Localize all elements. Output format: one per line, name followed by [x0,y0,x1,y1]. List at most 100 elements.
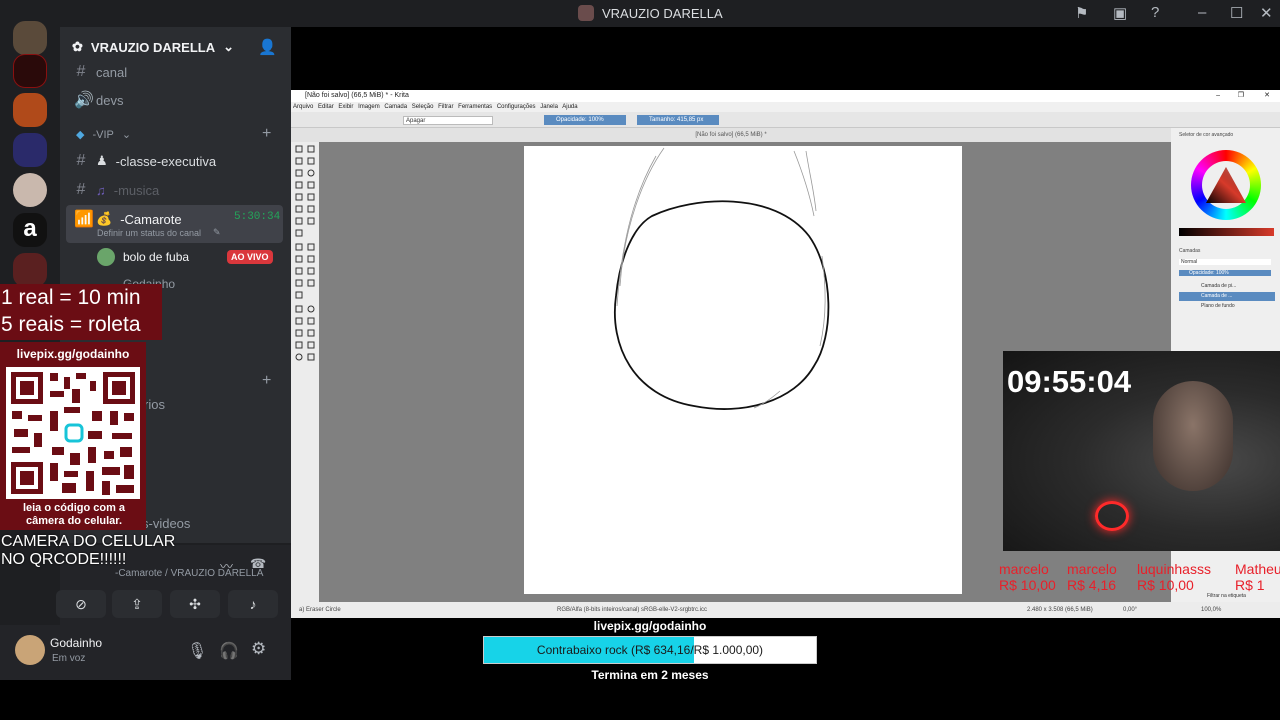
channel-camarote[interactable]: 📶 💰 -Camarote [74,209,182,229]
threads-flag-icon[interactable]: ⚑ [1075,4,1088,22]
close-icon[interactable]: ✕ [1260,4,1273,22]
channel-status-input[interactable]: Definir um status do canal [97,228,201,238]
camera-notice-line: NO QRCODE!!!!!! [1,551,127,568]
status-zoom[interactable]: 100,0% [1201,602,1221,618]
price-line: 5 reais = roleta [1,313,141,336]
menu-item[interactable]: Ajuda [562,104,577,110]
window-title-text: VRAUZIO DARELLA [602,5,723,21]
help-icon[interactable]: ? [1151,4,1159,21]
restore-icon[interactable]: ❐ [1238,90,1244,102]
drawing-paper[interactable] [524,146,962,594]
gear-icon[interactable]: ⚙ [251,639,266,659]
color-slider[interactable] [1179,228,1274,236]
camera-notice-line: CAMERA DO CELULAR [1,533,176,550]
server-header[interactable]: ✿ VRAUZIO DARELLA ⌄ [72,39,234,55]
disconnect-icon[interactable]: ☎ [250,556,266,572]
krita-menu-bar: Arquivo Editar Exibir Imagem Camada Sele… [291,102,1280,112]
minimize-icon[interactable]: – [1216,90,1220,102]
headphones-icon[interactable]: 🎧 [219,641,239,661]
qr-caption: leia o código com a câmera do celular. [22,502,126,527]
layer-opacity-slider[interactable]: Opacidade: 100% [1179,270,1271,276]
channel-label[interactable]: rios [144,397,165,412]
brush-size-slider[interactable]: Tamanho: 415,85 px [637,115,719,125]
krita-toolbox [291,142,319,602]
channel-label[interactable]: s-videos [142,516,190,531]
channel-canal[interactable]: # canal [74,63,128,81]
soundboard-icon: ♪ [249,596,257,612]
microphone-icon[interactable]: 🎙 [187,641,207,661]
diamond-icon: ◆ [76,129,85,141]
server-icon[interactable] [13,21,47,55]
qr-code [6,367,140,499]
goal-deadline: Termina em 2 meses [591,668,709,682]
category-label: -VIP [92,128,114,141]
layer-row-selected[interactable]: Camada de ... [1179,292,1275,301]
server-icon[interactable] [13,93,47,127]
menu-item[interactable]: Editar [318,104,334,110]
maximize-icon[interactable]: ☐ [1230,4,1243,22]
qr-code-graphic [11,372,135,495]
close-icon[interactable]: ✕ [1264,90,1270,102]
menu-item[interactable]: Arquivo [293,104,313,110]
server-icon[interactable] [13,54,47,88]
add-channel-icon[interactable]: + [262,372,271,390]
channel-label: -Camarote [120,211,182,227]
opacity-slider[interactable]: Opacidade: 100% [544,115,626,125]
server-icon[interactable]: a [13,213,47,247]
activities-icon: ✣ [189,596,201,612]
window-title-bar: VRAUZIO DARELLA ⚑ ▣ ? – ☐ ✕ [0,0,1280,27]
add-channel-icon[interactable]: + [262,125,271,143]
menu-item[interactable]: Filtrar [438,104,453,110]
channel-label: -musica [113,182,160,198]
donation-amount: R$ 1 [1235,577,1265,593]
tool-icons[interactable] [291,142,319,392]
menu-item[interactable]: Camada [384,104,407,110]
pencil-icon[interactable]: ✎ [213,227,221,238]
channel-classe-executiva[interactable]: # ♟ -classe-executiva [74,152,217,170]
server-icon[interactable] [13,173,47,207]
price-overlay: 1 real = 10 min 5 reais = roleta [0,284,162,340]
color-triangle[interactable] [1204,165,1248,205]
user-name[interactable]: Godainho [50,636,102,650]
server-avatar-icon [578,5,594,21]
avatar[interactable] [15,635,45,665]
donation-amount: R$ 10,00 [999,577,1056,593]
channel-musica[interactable]: # ♫ -musica [74,181,160,199]
document-tab-label: [Não foi salvo] (66,5 MiB) * [695,132,767,138]
channel-devs[interactable]: 🔊 devs [74,90,123,110]
status-brush[interactable]: a) Eraser Circle [299,602,341,618]
screen-share-button[interactable]: ⇪ [112,590,162,618]
voice-channel-path[interactable]: -Camarote / VRAUZIO DARELLA [115,568,263,579]
inbox-icon[interactable]: ▣ [1113,4,1127,22]
layer-row[interactable]: Camada de pi... [1179,282,1275,291]
qr-overlay: livepix.gg/godainho leia o código com a … [0,342,146,530]
layer-row[interactable]: Plano de fundo [1179,302,1275,311]
noise-suppression-icon[interactable]: 〰 [220,556,233,575]
document-tab[interactable]: [Não foi salvo] (66,5 MiB) * [291,128,1171,142]
status-dimensions: 2.480 x 3.508 (66,5 MiB) [1027,607,1093,613]
server-icon[interactable] [13,253,47,287]
blend-mode-select[interactable]: Apagar [403,116,493,125]
minimize-icon[interactable]: – [1198,4,1206,21]
layer-blend-select[interactable]: Normal [1179,259,1271,265]
status-rotation[interactable]: 0,00° [1123,602,1137,618]
soundboard-button[interactable]: ♪ [228,590,278,618]
menu-item[interactable]: Ferramentas [458,104,492,110]
chevron-down-icon: ⌄ [121,129,132,141]
server-icon[interactable] [13,133,47,167]
menu-item[interactable]: Janela [540,104,558,110]
invite-user-icon[interactable]: 👤 [258,38,277,56]
category-vip[interactable]: ◆ -VIP ⌄ [76,128,132,142]
krita-tool-options-bar: Apagar Opacidade: 100% Tamanho: 415,85 p… [291,112,1280,128]
menu-item[interactable]: Exibir [338,104,353,110]
moneybag-icon: 💰 [96,211,113,226]
voice-member-name[interactable]: bolo de fuba [123,250,189,264]
hash-icon: # [76,152,86,169]
menu-item[interactable]: Seleção [412,104,434,110]
menu-item[interactable]: Configurações [497,104,536,110]
krita-window-title: [Não foi salvo] (66,5 MiB) * - Krita [305,92,409,99]
menu-item[interactable]: Imagem [358,104,380,110]
streamer-figure [1153,381,1233,491]
camera-button[interactable]: ⊘ [56,590,106,618]
activities-button[interactable]: ✣ [170,590,220,618]
